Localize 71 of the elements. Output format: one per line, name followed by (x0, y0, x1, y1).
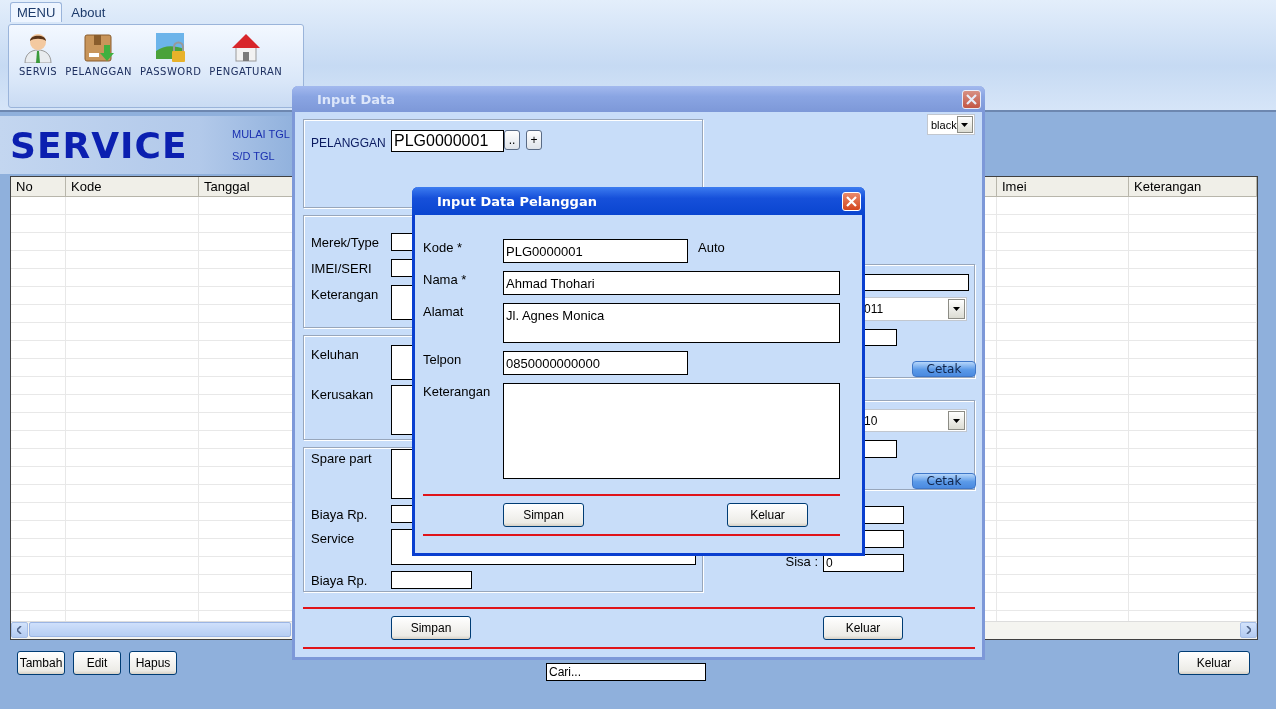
package-icon (82, 31, 115, 63)
input-field[interactable] (863, 328, 897, 346)
add-button[interactable]: + (526, 130, 542, 150)
close-icon (966, 93, 977, 105)
field-label: Kode * (423, 239, 464, 255)
field-label: Sisa : (784, 554, 819, 569)
action-button[interactable]: Hapus (129, 651, 177, 675)
input-field[interactable]: Ahmad Thohari (503, 271, 840, 295)
dropdown-field[interactable]: 10 (863, 409, 967, 433)
field-label: IMEI/SERI (311, 260, 373, 276)
dropdown-arrow-icon (961, 122, 969, 127)
ribbon-button[interactable]: PENGATURAN (207, 31, 285, 77)
ribbon-button[interactable]: SERVIS (17, 31, 60, 77)
menu-tab[interactable]: About (64, 2, 113, 22)
action-button[interactable]: Edit (73, 651, 121, 675)
field-label: Service (311, 530, 356, 546)
exit-button[interactable]: Keluar (1178, 651, 1250, 675)
field-label: Keluhan (311, 346, 360, 362)
color-select[interactable]: black (927, 114, 975, 135)
dialog-button[interactable]: Simpan (503, 503, 584, 527)
input-field[interactable]: PLG0000001 (391, 130, 504, 152)
dropdown-field[interactable]: 011 (863, 297, 967, 321)
column-header[interactable]: Imei (997, 177, 1129, 197)
column-header[interactable]: Keterangan (1129, 177, 1257, 197)
field-label: Kerusakan (311, 386, 375, 402)
scroll-left-button[interactable] (11, 622, 28, 638)
input-field[interactable] (863, 440, 897, 458)
print-button[interactable]: Cetak (912, 473, 976, 489)
window-title: Input Data Pelanggan (437, 193, 597, 209)
scrollbar-thumb[interactable] (29, 622, 291, 637)
input-field[interactable]: PLG0000001 (503, 239, 688, 263)
field-label: Telpon (423, 351, 463, 367)
dropdown-arrow-icon (953, 418, 960, 423)
menu-tab[interactable]: MENU (10, 2, 63, 22)
field-label: Spare part (311, 450, 373, 466)
search-field[interactable]: Cari... (546, 663, 706, 681)
dropdown-arrow-icon (953, 307, 960, 311)
field-label: Keterangan (311, 286, 380, 302)
date-label: S/D TGL (232, 150, 276, 162)
field-label: Merek/Type (311, 234, 380, 250)
field-label: Alamat (423, 303, 465, 319)
browse-button[interactable]: .. (504, 130, 520, 150)
close-icon (846, 195, 857, 207)
landscape-lock-icon (154, 31, 187, 63)
input-field[interactable]: 0850000000000 (503, 351, 688, 375)
window-title: Input Data (317, 91, 395, 107)
ribbon-button[interactable]: PELANGGAN (63, 31, 134, 77)
ribbon-button[interactable]: PASSWORD (138, 31, 204, 77)
field-label: Keterangan (423, 383, 492, 399)
field-label: Nama * (423, 271, 468, 287)
input-field[interactable]: 0 (823, 554, 904, 572)
scroll-right-button[interactable] (1240, 622, 1257, 638)
dialog-button[interactable]: Simpan (391, 616, 471, 640)
field-label: PELANGGAN (311, 135, 387, 150)
user-icon (22, 31, 55, 63)
input-field[interactable] (391, 571, 472, 589)
input-field[interactable]: Jl. Agnes Monica (503, 303, 840, 343)
date-label: MULAI TGL (232, 128, 290, 140)
field-label: Biaya Rp. (311, 506, 369, 522)
input-field[interactable] (503, 383, 840, 479)
dialog-button[interactable]: Keluar (823, 616, 903, 640)
close-button[interactable] (962, 89, 981, 109)
print-button[interactable]: Cetak (912, 361, 976, 377)
field-label: Biaya Rp. (311, 572, 369, 588)
column-header[interactable]: No (11, 177, 66, 197)
action-button[interactable]: Tambah (17, 651, 65, 675)
dialog-button[interactable]: Keluar (727, 503, 808, 527)
column-header[interactable]: Kode (66, 177, 199, 197)
page-title: SERVICE (10, 124, 189, 166)
auto-note: Auto (698, 239, 725, 255)
close-button[interactable] (842, 191, 861, 211)
